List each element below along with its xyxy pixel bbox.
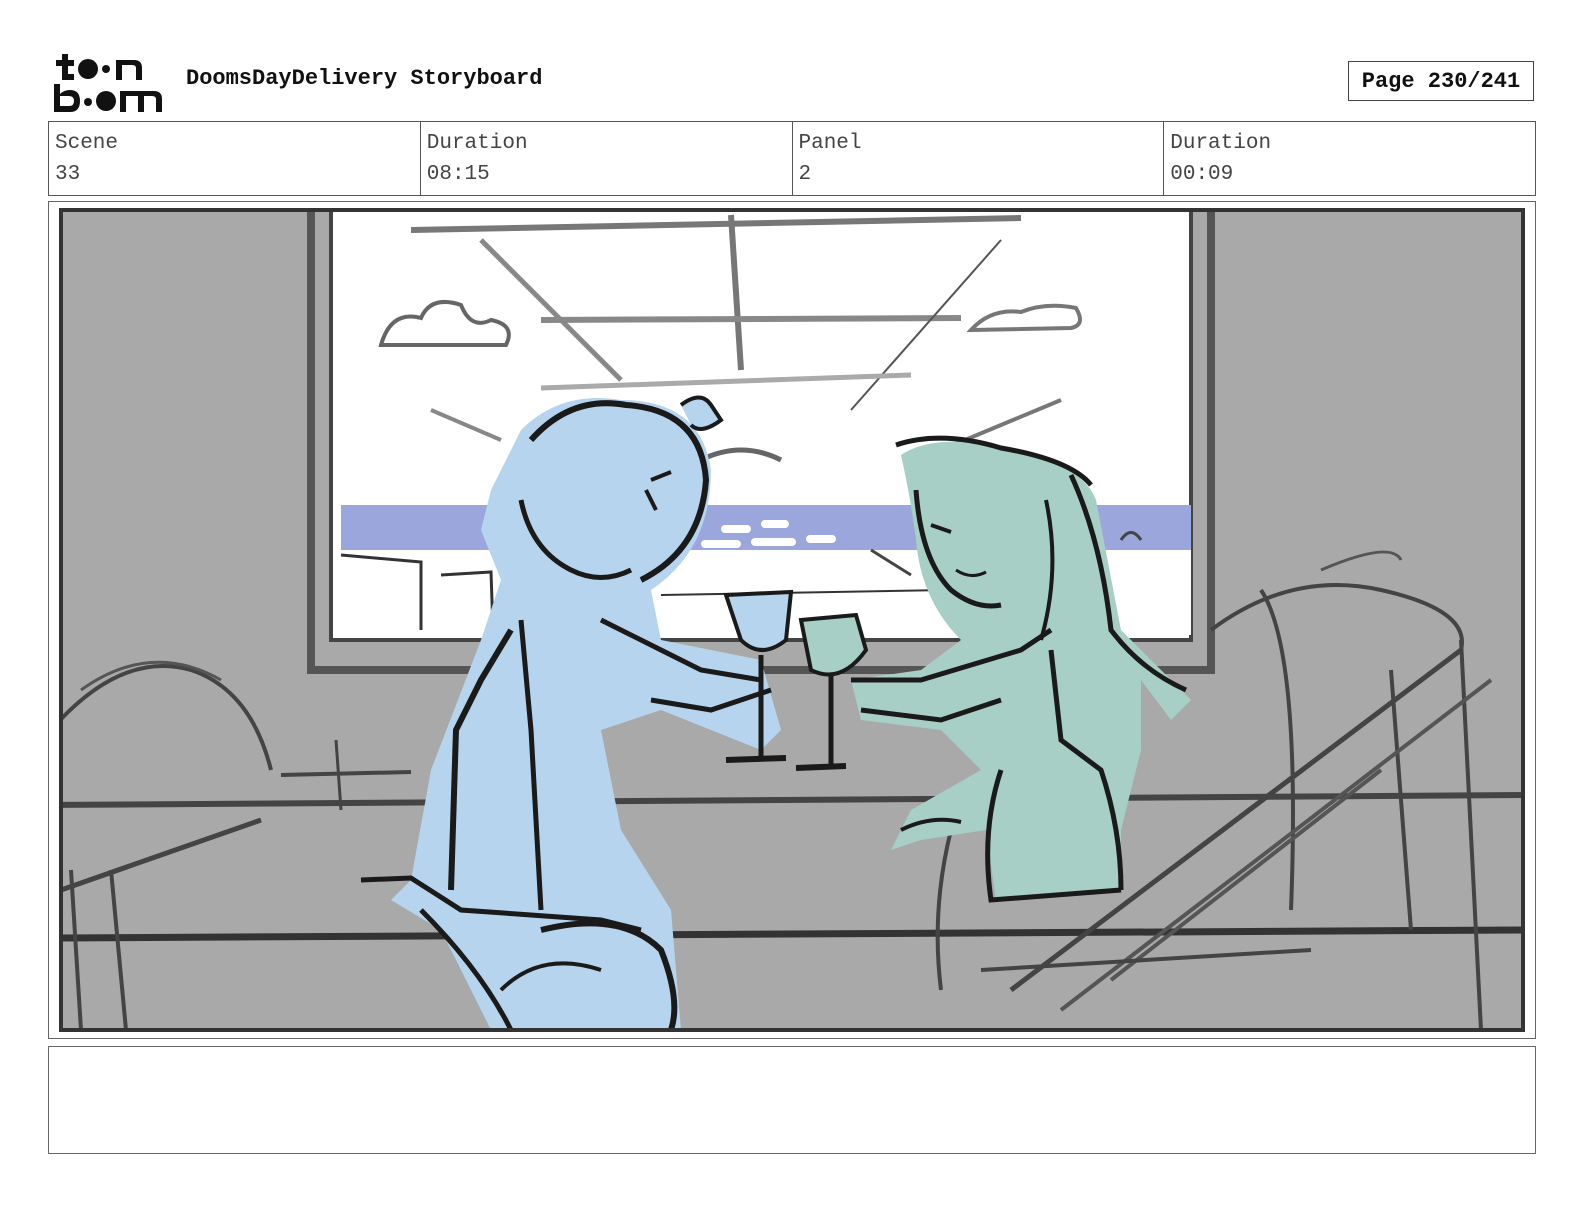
panel-value: 2 <box>798 163 812 186</box>
panel-duration-cell: Duration 00:09 <box>1164 122 1535 195</box>
panel-image <box>59 208 1525 1032</box>
panel-label: Panel <box>798 132 862 155</box>
scene-value: 33 <box>55 163 81 186</box>
storyboard-title: DoomsDayDelivery Storyboard <box>186 66 543 91</box>
panel-duration-value: 00:09 <box>1170 163 1234 186</box>
panel-duration-label: Duration <box>1170 132 1272 155</box>
page-indicator: Page 230/241 <box>1348 61 1534 101</box>
scene-duration-label: Duration <box>426 132 528 155</box>
scene-cell: Scene 33 <box>49 122 421 195</box>
scene-duration-cell: Duration 08:15 <box>421 122 793 195</box>
toonboom-logo <box>50 50 166 114</box>
scene-duration-value: 08:15 <box>426 163 490 186</box>
info-row: Scene 33 Duration 08:15 Panel 2 Duration… <box>48 121 1536 196</box>
panel-notes <box>48 1046 1536 1154</box>
panel-cell: Panel 2 <box>793 122 1165 195</box>
scene-label: Scene <box>55 132 119 155</box>
